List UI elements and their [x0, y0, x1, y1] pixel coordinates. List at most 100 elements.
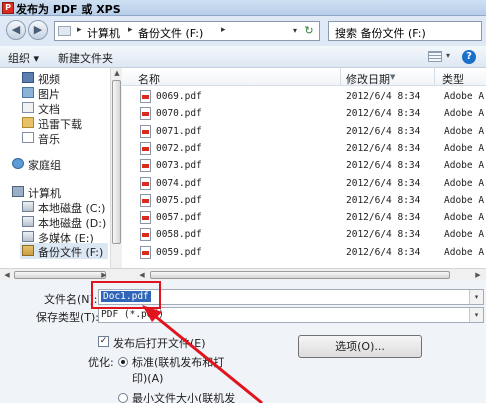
sidebar-item-homegroup[interactable]: 家庭组: [12, 156, 108, 172]
table-row[interactable]: 0074.pdf 2012/6/4 8:34 Adobe A: [122, 175, 486, 192]
pdf-file-icon: [140, 211, 151, 225]
standard-option-label-cont[interactable]: 印)(A): [132, 370, 163, 386]
file-type: Adobe A: [444, 229, 485, 241]
file-date: 2012/6/4 8:34: [346, 160, 421, 172]
file-date: 2012/6/4 8:34: [346, 246, 421, 258]
table-row[interactable]: 0059.pdf 2012/6/4 8:34 Adobe A: [122, 244, 486, 261]
navigation-pane: 视频 图片 文档 迅雷下载 音乐 家庭组 计算机 本地磁盘 (C:) 本地磁盘 …: [0, 68, 122, 280]
sidebar-item-drive-d[interactable]: 本地磁盘 (D:): [22, 214, 108, 230]
sort-descending-icon: ▼: [390, 73, 396, 81]
drive-icon: [22, 216, 34, 227]
scroll-right-icon[interactable]: ▶: [98, 270, 110, 280]
column-type[interactable]: 类型: [442, 71, 464, 87]
open-after-publish-checkbox[interactable]: ✓: [98, 336, 109, 347]
forward-button[interactable]: ▶: [28, 20, 48, 40]
optimize-label: 优化:: [88, 356, 114, 369]
column-header: 名称 修改日期 ▼ 类型: [122, 68, 486, 86]
chevron-down-icon[interactable]: ▾: [446, 51, 450, 60]
table-row[interactable]: 0073.pdf 2012/6/4 8:34 Adobe A: [122, 157, 486, 174]
file-date: 2012/6/4 8:34: [346, 177, 421, 189]
scroll-left-icon[interactable]: ◀: [1, 270, 13, 280]
file-type: Adobe A: [444, 125, 485, 137]
window-title: 发布为 PDF 或 XPS: [16, 3, 121, 16]
sidebar-item-label: 家庭组: [28, 159, 61, 172]
minimum-size-radio[interactable]: [118, 393, 128, 403]
search-input[interactable]: 搜索 备份文件 (F:): [328, 21, 482, 41]
scrollbar-thumb[interactable]: [150, 271, 450, 279]
sidebar-item-drive-c[interactable]: 本地磁盘 (C:): [22, 199, 108, 215]
sidebar-item-thunder-downloads[interactable]: 迅雷下载: [22, 115, 108, 131]
file-date: 2012/6/4 8:34: [346, 125, 421, 137]
column-date-modified[interactable]: 修改日期: [346, 71, 390, 87]
chevron-down-icon[interactable]: ▾: [469, 290, 483, 304]
minimum-size-option-label[interactable]: 最小文件大小(联机发: [132, 390, 235, 403]
file-name: 0071.pdf: [156, 125, 202, 137]
scroll-left-icon[interactable]: ◀: [136, 270, 148, 280]
file-type: Adobe A: [444, 212, 485, 224]
table-row[interactable]: 0070.pdf 2012/6/4 8:34 Adobe A: [122, 105, 486, 122]
table-row[interactable]: 0058.pdf 2012/6/4 8:34 Adobe A: [122, 226, 486, 243]
column-divider[interactable]: [340, 68, 341, 86]
address-bar[interactable]: ▸ 计算机 ▸ 备份文件 (F:) ▸ ▾ ↻: [54, 21, 320, 41]
save-options-panel: 文件名(N): Doc1.pdf ▾ 保存类型(T): PDF (*.pdf) …: [0, 280, 486, 403]
sidebar-item-pictures[interactable]: 图片: [22, 85, 108, 101]
pdf-file-icon: [140, 90, 151, 103]
file-type: Adobe A: [444, 246, 485, 258]
drive-icon: [22, 245, 34, 256]
file-type: Adobe A: [444, 142, 485, 154]
back-button[interactable]: ◀: [6, 20, 26, 40]
filetype-select[interactable]: PDF (*.pdf) ▾: [98, 307, 484, 323]
new-folder-button[interactable]: 新建文件夹: [58, 50, 113, 66]
image-icon: [22, 87, 34, 98]
column-name[interactable]: 名称: [138, 71, 160, 87]
chevron-right-icon: ▸: [221, 25, 226, 35]
sidebar-item-videos[interactable]: 视频: [22, 70, 108, 86]
scrollbar-thumb[interactable]: [112, 80, 121, 244]
standard-option-label[interactable]: 标准(联机发布和打: [132, 354, 224, 370]
file-type: Adobe A: [444, 160, 485, 172]
sidebar-item-drive-f[interactable]: 备份文件 (F:): [20, 243, 108, 259]
file-date: 2012/6/4 8:34: [346, 91, 421, 102]
standard-radio[interactable]: [118, 357, 128, 367]
table-row[interactable]: 0057.pdf 2012/6/4 8:34 Adobe A: [122, 209, 486, 226]
breadcrumb-backup-drive[interactable]: 备份文件 (F:): [138, 25, 203, 41]
chevron-down-icon[interactable]: ▾: [469, 308, 483, 322]
highlight-box: [91, 281, 161, 309]
table-row[interactable]: 0072.pdf 2012/6/4 8:34 Adobe A: [122, 140, 486, 157]
music-icon: [22, 132, 34, 143]
navigation-scrollbar[interactable]: ▲: [110, 68, 122, 268]
pdf-file-icon: [140, 193, 151, 207]
sidebar-item-label: 备份文件 (F:): [38, 246, 104, 259]
open-after-publish-label[interactable]: 发布后打开文件(E): [113, 335, 206, 351]
drive-icon: [22, 231, 34, 242]
file-type: Adobe A: [444, 194, 485, 206]
refresh-icon[interactable]: ↻: [301, 24, 317, 38]
table-row[interactable]: 0069.pdf 2012/6/4 8:34 Adobe A: [122, 88, 486, 105]
organize-button[interactable]: 组织 ▾: [8, 50, 39, 66]
file-date: 2012/6/4 8:34: [346, 108, 421, 120]
file-name: 0074.pdf: [156, 177, 202, 189]
column-divider[interactable]: [434, 68, 435, 86]
file-name: 0059.pdf: [156, 246, 202, 258]
sidebar-item-music[interactable]: 音乐: [22, 130, 108, 146]
file-date: 2012/6/4 8:34: [346, 142, 421, 154]
filetype-value: PDF (*.pdf): [101, 309, 164, 320]
computer-icon: [12, 186, 24, 197]
download-icon: [22, 117, 34, 128]
table-row[interactable]: 0071.pdf 2012/6/4 8:34 Adobe A: [122, 123, 486, 140]
options-button[interactable]: 选项(O)...: [298, 335, 422, 358]
file-list: 名称 修改日期 ▼ 类型 0069.pdf 2012/6/4 8:34 Adobe …: [122, 68, 486, 280]
breadcrumb-computer[interactable]: 计算机: [87, 25, 120, 41]
table-row[interactable]: 0075.pdf 2012/6/4 8:34 Adobe A: [122, 192, 486, 209]
chevron-down-icon[interactable]: ▾: [293, 26, 297, 35]
pdf-file-icon: [140, 245, 151, 259]
sidebar-item-documents[interactable]: 文档: [22, 100, 108, 116]
horizontal-scrollbar[interactable]: ◀ ▶ ◀ ▶: [0, 268, 486, 280]
pdf-file-icon: [140, 107, 151, 121]
sidebar-item-computer[interactable]: 计算机: [12, 184, 108, 200]
view-options-icon[interactable]: [428, 51, 442, 62]
search-placeholder: 搜索 备份文件 (F:): [335, 27, 426, 40]
scrollbar-thumb[interactable]: [14, 271, 106, 279]
help-icon[interactable]: ?: [462, 50, 476, 64]
scroll-right-icon[interactable]: ▶: [472, 270, 484, 280]
